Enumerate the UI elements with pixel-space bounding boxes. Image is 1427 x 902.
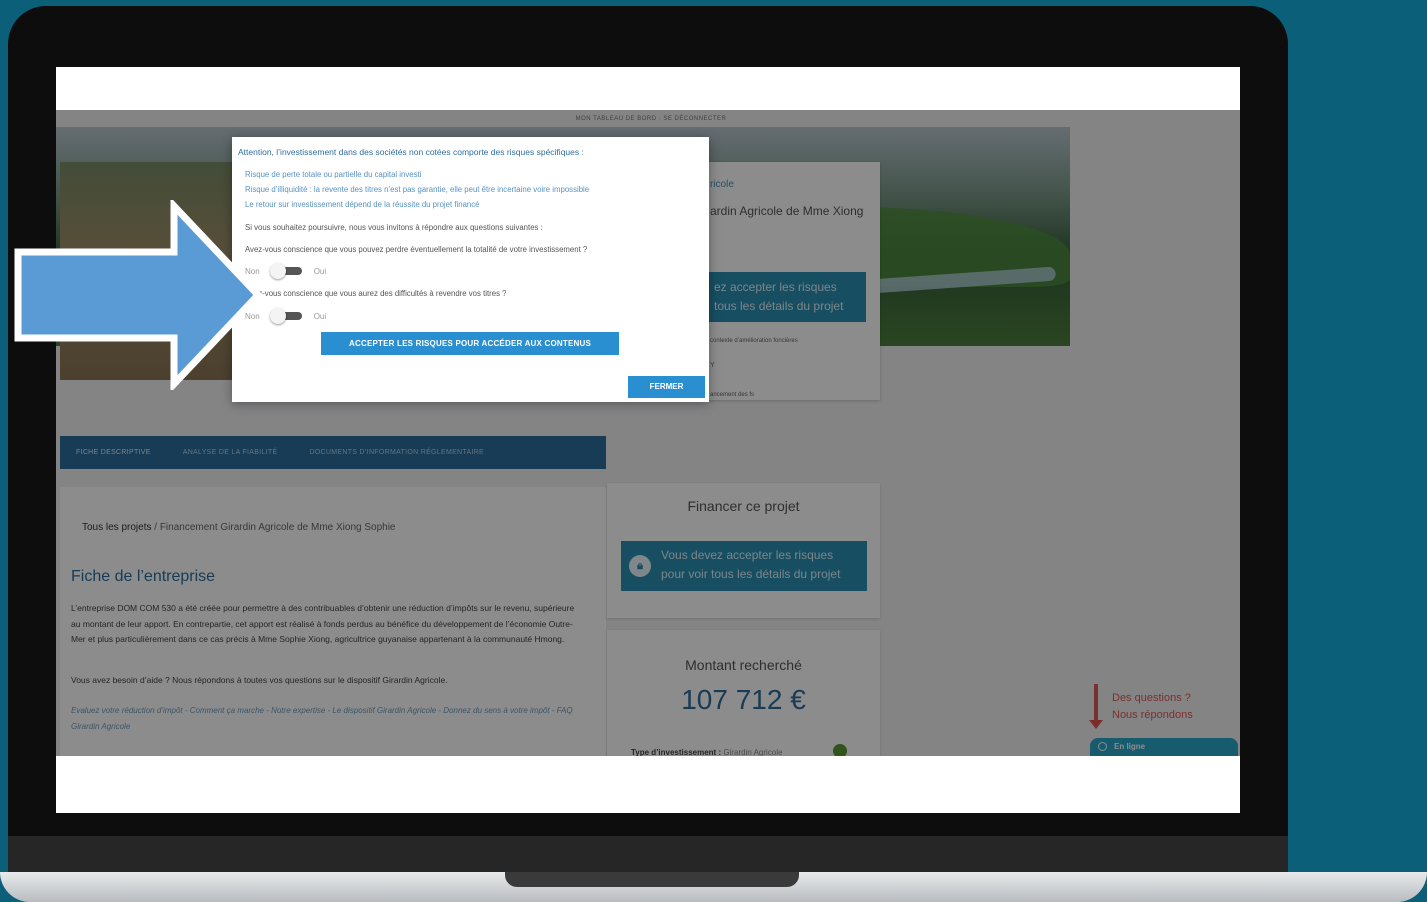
close-modal-button[interactable]: FERMER	[628, 376, 705, 398]
modal-intro: Si vous souhaitez poursuivre, nous vous …	[245, 223, 543, 232]
annotation-arrow-icon	[14, 200, 263, 390]
risk-item: Risque de perte totale ou partielle du c…	[245, 170, 422, 179]
risk-item: Risque d’illiquidité : la revente des ti…	[245, 185, 590, 194]
toggle-knob[interactable]	[269, 263, 286, 279]
annotation-arrow-shape	[14, 200, 263, 390]
question-2: Avez-vous conscience que vous aurez des …	[245, 289, 507, 298]
modal-heading: Attention, l’investissement dans des soc…	[238, 147, 584, 157]
risk-item: Le retour sur investissement dépend de l…	[245, 200, 480, 209]
laptop-notch	[505, 872, 799, 887]
risk-warning-modal: Attention, l’investissement dans des soc…	[232, 137, 709, 402]
accept-risks-button[interactable]: ACCEPTER LES RISQUES POUR ACCÉDER AUX CO…	[321, 332, 619, 355]
browser-bottom-area	[56, 756, 1240, 813]
laptop-screen: MON TABLEAU DE BORD · SE DÉCONNECTER ric…	[56, 67, 1240, 813]
browser-top-bar	[56, 67, 1240, 110]
question-1: Avez-vous conscience que vous pouvez per…	[245, 245, 588, 254]
question-1-toggle[interactable]	[269, 263, 302, 279]
toggle-yes-label: Oui	[313, 266, 327, 276]
question-2-toggle[interactable]	[269, 308, 302, 324]
toggle-yes-label: Oui	[313, 311, 327, 321]
toggle-knob[interactable]	[269, 308, 286, 324]
laptop-chin	[8, 836, 1288, 876]
